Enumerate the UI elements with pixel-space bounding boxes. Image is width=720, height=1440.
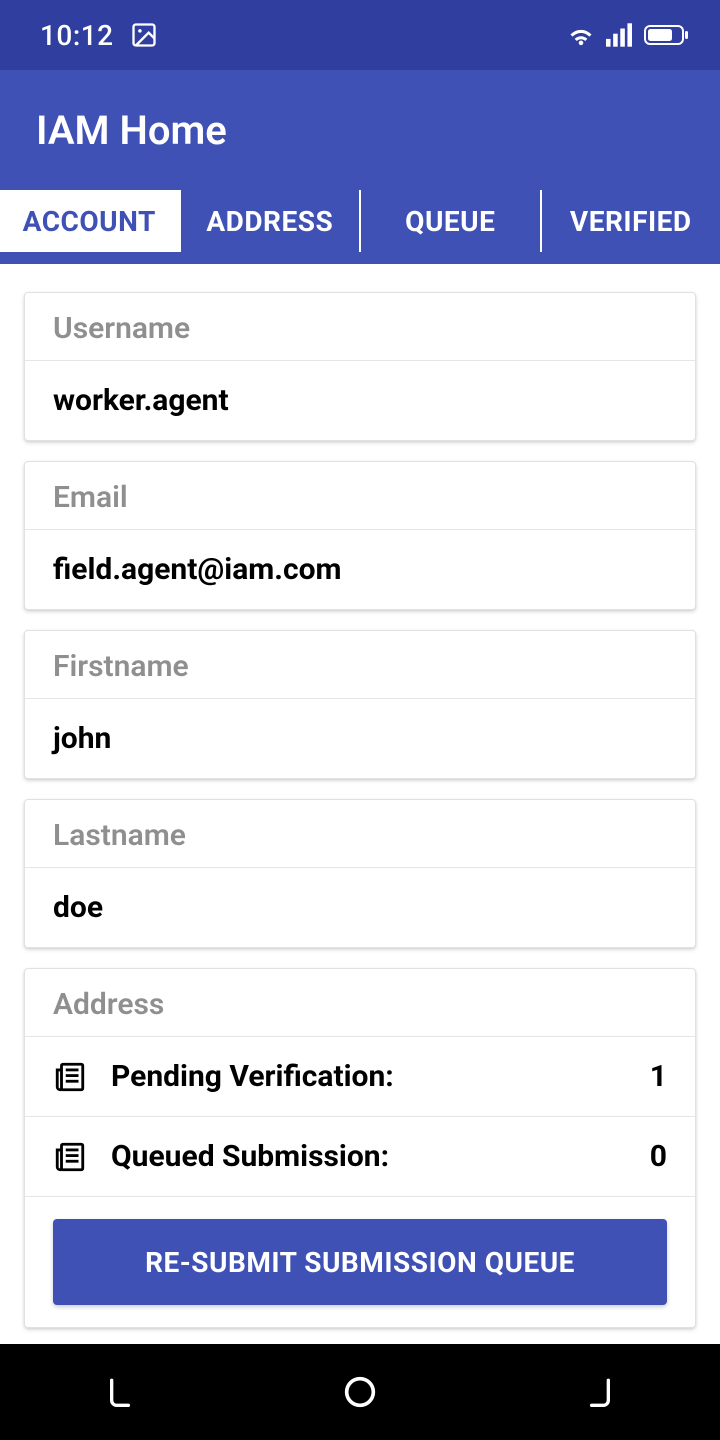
card-username: Username worker.agent <box>24 292 696 441</box>
tab-verified[interactable]: VERIFIED <box>542 190 720 252</box>
status-right <box>566 23 690 47</box>
field-label: Address <box>25 969 695 1037</box>
resubmit-button[interactable]: RE-SUBMIT SUBMISSION QUEUE <box>53 1219 667 1305</box>
row-label: Queued Submission: <box>111 1139 626 1174</box>
pending-count: 1 <box>650 1059 667 1094</box>
back-button[interactable] <box>580 1372 620 1412</box>
newspaper-icon <box>53 1140 87 1174</box>
home-button[interactable] <box>340 1372 380 1412</box>
field-value-lastname: doe <box>25 868 695 947</box>
tab-queue[interactable]: QUEUE <box>361 190 542 252</box>
queued-count: 0 <box>650 1139 667 1174</box>
status-time: 10:12 <box>40 19 114 52</box>
tab-label: QUEUE <box>405 205 495 238</box>
field-value-username: worker.agent <box>25 361 695 440</box>
button-label: RE-SUBMIT SUBMISSION QUEUE <box>145 1246 575 1279</box>
field-label: Email <box>25 462 695 530</box>
signal-icon <box>606 23 632 47</box>
tab-label: VERIFIED <box>570 205 692 238</box>
page-title: IAM Home <box>36 107 227 154</box>
card-firstname: Firstname john <box>24 630 696 779</box>
field-label: Firstname <box>25 631 695 699</box>
battery-icon <box>642 23 690 47</box>
field-value-email: field.agent@iam.com <box>25 530 695 609</box>
tab-label: ADDRESS <box>206 205 333 238</box>
card-address: Address Pending Verification: 1 <box>24 968 696 1328</box>
tab-account[interactable]: ACCOUNT <box>0 190 181 252</box>
recent-apps-button[interactable] <box>100 1372 140 1412</box>
app-bar: IAM Home <box>0 70 720 190</box>
phone-frame: 10:12 <box>0 0 720 1440</box>
image-icon <box>130 21 158 49</box>
card-lastname: Lastname doe <box>24 799 696 948</box>
row-queued-submission: Queued Submission: 0 <box>25 1117 695 1197</box>
field-value-firstname: john <box>25 699 695 778</box>
newspaper-icon <box>53 1060 87 1094</box>
content: Username worker.agent Email field.agent@… <box>0 264 720 1344</box>
status-left: 10:12 <box>40 19 158 52</box>
system-nav-bar <box>0 1344 720 1440</box>
tabs-spacer <box>0 252 720 264</box>
tab-label: ACCOUNT <box>23 205 156 238</box>
wifi-icon <box>566 23 596 47</box>
field-label: Lastname <box>25 800 695 868</box>
tab-bar: ACCOUNT ADDRESS QUEUE VERIFIED <box>0 190 720 252</box>
tab-address[interactable]: ADDRESS <box>181 190 362 252</box>
status-bar: 10:12 <box>0 0 720 70</box>
row-pending-verification: Pending Verification: 1 <box>25 1037 695 1117</box>
card-email: Email field.agent@iam.com <box>24 461 696 610</box>
field-label: Username <box>25 293 695 361</box>
row-label: Pending Verification: <box>111 1059 626 1094</box>
